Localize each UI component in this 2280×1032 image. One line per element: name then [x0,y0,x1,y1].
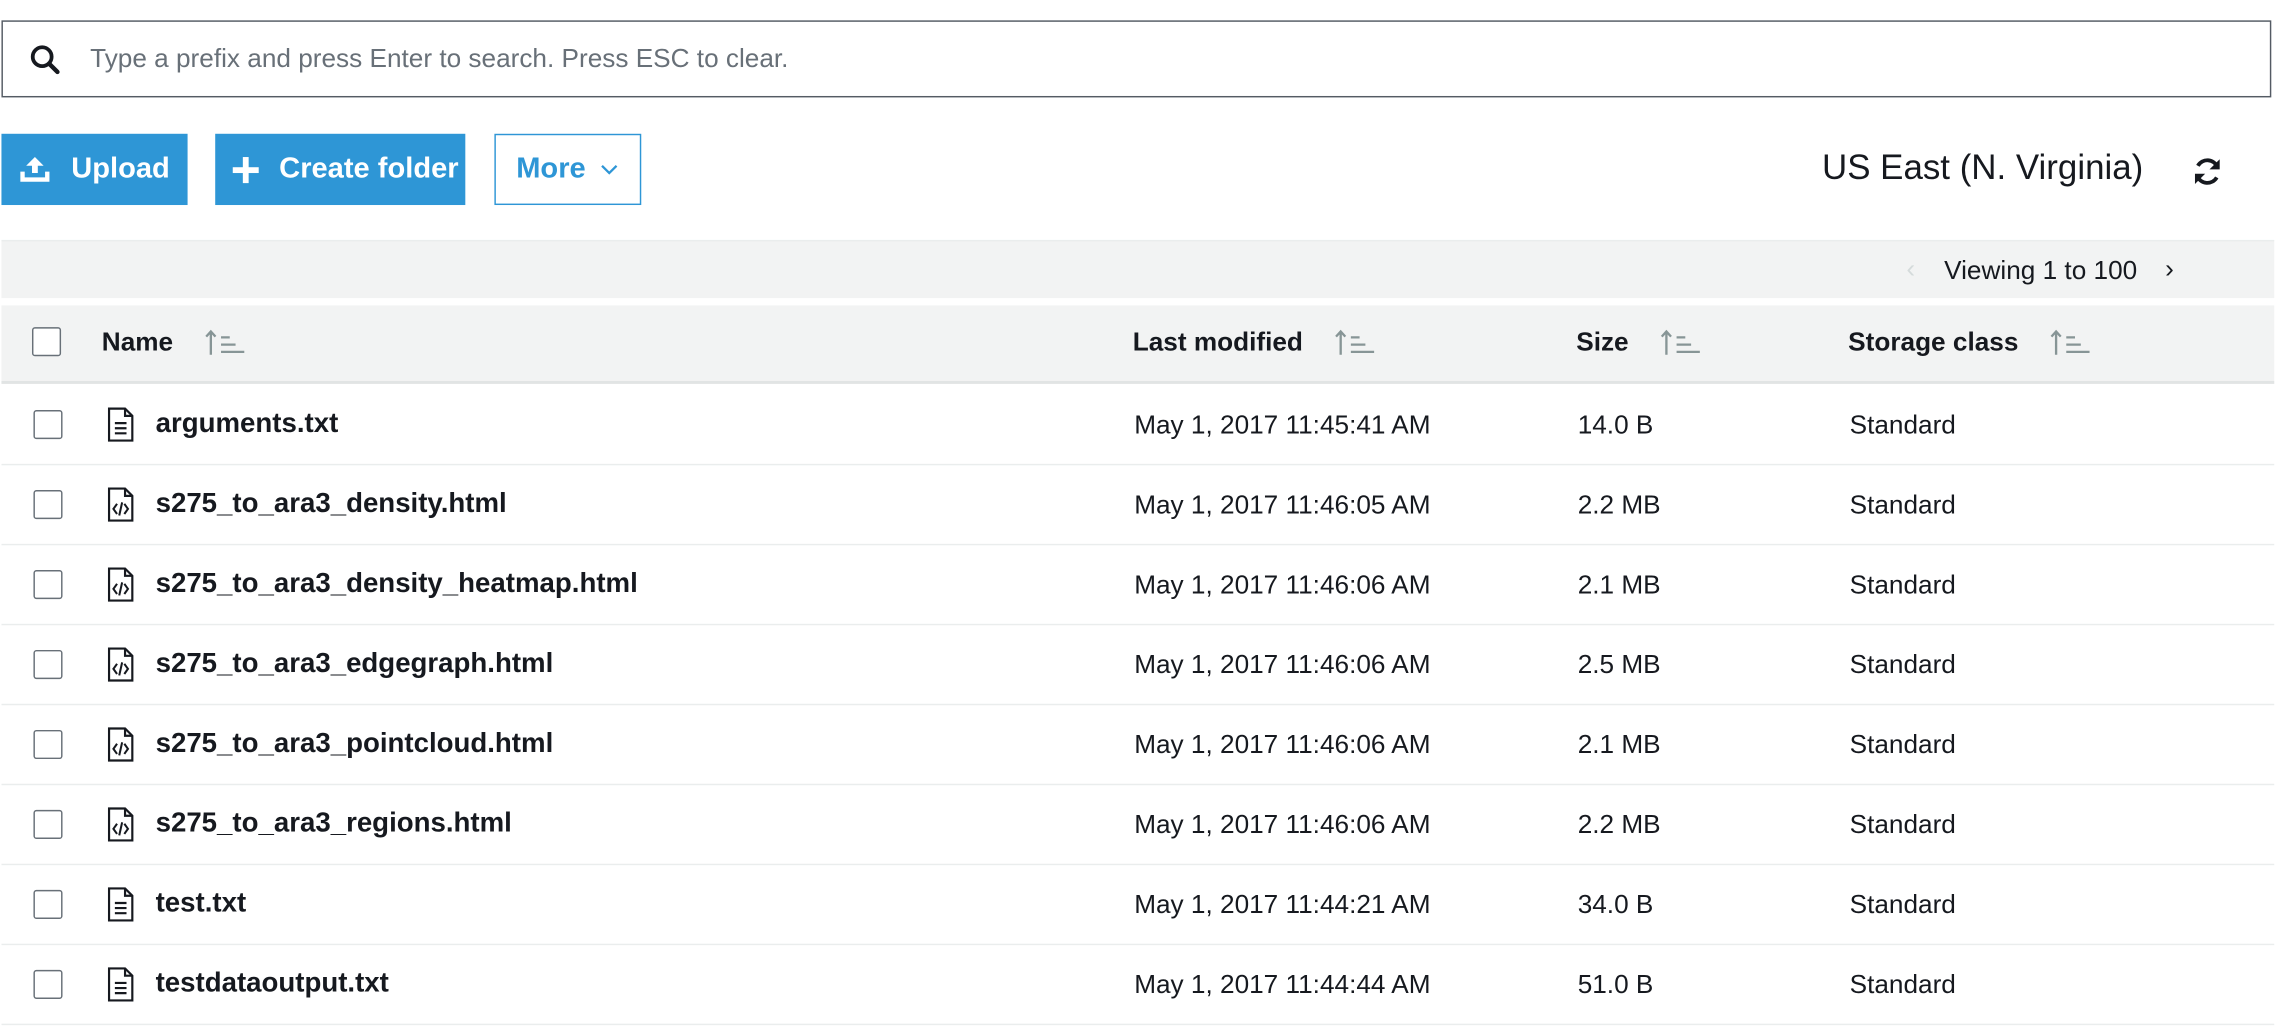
last-modified-cell: May 1, 2017 11:45:41 AM [1134,410,1431,440]
code-file-icon [107,727,134,762]
last-modified-cell: May 1, 2017 11:46:05 AM [1134,490,1431,520]
table-header: Name Last modified Size Storage class [1,305,2275,384]
column-header-size-label: Size [1576,327,1629,357]
size-cell: 2.2 MB [1577,490,1661,520]
row-checkbox[interactable] [33,490,63,520]
column-header-last-modified-label: Last modified [1132,327,1303,357]
last-modified-cell: May 1, 2017 11:46:06 AM [1134,729,1431,760]
table-row[interactable]: arguments.txt May 1, 2017 11:45:41 AM 14… [1,385,2275,466]
object-name-link[interactable]: test.txt [156,888,247,920]
code-file-icon [107,487,134,522]
column-header-storage-class[interactable]: Storage class [1848,327,2091,358]
text-file-icon [107,407,134,442]
row-checkbox[interactable] [33,649,63,680]
table-row[interactable]: test.txt May 1, 2017 11:44:21 AM 34.0 B … [1,865,2275,946]
refresh-icon[interactable] [2191,156,2223,188]
sort-icon[interactable] [2050,328,2091,357]
storage-class-cell: Standard [1849,889,1956,919]
column-header-last-modified[interactable]: Last modified [1133,327,1376,358]
chevron-right-icon[interactable]: › [2165,254,2174,285]
column-header-name[interactable]: Name [102,327,246,358]
last-modified-cell: May 1, 2017 11:46:06 AM [1134,649,1431,680]
row-checkbox[interactable] [33,570,63,600]
search-bar [1,20,2272,98]
sort-icon[interactable] [205,328,246,357]
region-label: US East (N. Virginia) [1821,148,2144,188]
storage-class-cell: Standard [1849,410,1956,440]
object-name-link[interactable]: s275_to_ara3_density_heatmap.html [156,569,638,601]
object-name-link[interactable]: s275_to_ara3_regions.html [156,808,512,840]
table-row[interactable]: testdataoutput.txt May 1, 2017 11:44:44 … [1,945,2275,1026]
row-checkbox[interactable] [33,889,63,919]
object-name-link[interactable]: s275_to_ara3_density.html [156,489,507,521]
plus-icon [232,156,259,183]
size-cell: 2.5 MB [1577,649,1661,680]
size-cell: 2.1 MB [1577,729,1661,760]
upload-button[interactable]: Upload [1,133,188,206]
object-name-link[interactable]: testdataoutput.txt [156,968,389,1000]
last-modified-cell: May 1, 2017 11:46:06 AM [1134,570,1431,600]
object-name-link[interactable]: s275_to_ara3_edgegraph.html [156,649,554,681]
s3-object-browser: Upload Create folder More US East (N. Vi… [0,0,2280,1032]
column-header-size[interactable]: Size [1576,327,1701,358]
row-checkbox[interactable] [33,410,63,440]
chevron-down-icon [600,164,618,174]
size-cell: 14.0 B [1577,410,1654,440]
size-cell: 34.0 B [1577,889,1654,919]
more-label: More [516,152,586,185]
row-checkbox[interactable] [33,809,63,840]
upload-label: Upload [71,152,170,185]
chevron-left-icon[interactable]: ‹ [1906,254,1915,285]
create-folder-label: Create folder [279,152,459,185]
storage-class-cell: Standard [1849,570,1956,600]
pagination-bar: ‹ Viewing 1 to 100 › [1,239,2275,299]
row-checkbox[interactable] [33,729,63,760]
storage-class-cell: Standard [1849,809,1956,840]
object-name-link[interactable]: arguments.txt [156,409,339,441]
pagination-range: Viewing 1 to 100 [1944,255,2138,286]
sort-icon[interactable] [1335,328,1376,357]
last-modified-cell: May 1, 2017 11:44:21 AM [1134,889,1431,919]
last-modified-cell: May 1, 2017 11:44:44 AM [1134,969,1431,999]
column-header-name-label: Name [101,327,174,357]
storage-class-cell: Standard [1849,729,1956,760]
code-file-icon [107,567,134,602]
row-checkbox[interactable] [33,969,63,999]
code-file-icon [107,647,134,682]
search-icon [30,45,60,75]
sort-icon[interactable] [1660,328,1702,357]
size-cell: 51.0 B [1577,969,1654,999]
table-row[interactable]: s275_to_ara3_density.html May 1, 2017 11… [1,465,2275,546]
more-dropdown-button[interactable]: More [494,133,642,206]
text-file-icon [107,967,134,1002]
column-header-storage-class-label: Storage class [1848,327,2019,357]
code-file-icon [107,807,134,842]
table-row[interactable]: s275_to_ara3_pointcloud.html May 1, 2017… [1,705,2275,786]
size-cell: 2.2 MB [1577,809,1661,840]
object-name-link[interactable]: s275_to_ara3_pointcloud.html [156,729,554,761]
storage-class-cell: Standard [1849,649,1956,680]
storage-class-cell: Standard [1849,490,1956,520]
search-input[interactable] [90,21,2243,96]
table-row[interactable]: s275_to_ara3_density_heatmap.html May 1,… [1,545,2275,626]
text-file-icon [107,887,134,922]
create-folder-button[interactable]: Create folder [215,133,466,206]
table-row[interactable]: s275_to_ara3_edgegraph.html May 1, 2017 … [1,625,2275,706]
size-cell: 2.1 MB [1577,570,1661,600]
last-modified-cell: May 1, 2017 11:46:06 AM [1134,809,1431,840]
storage-class-cell: Standard [1849,969,1956,999]
upload-icon [20,156,50,182]
table-row[interactable]: s275_to_ara3_regions.html May 1, 2017 11… [1,785,2275,866]
select-all-checkbox[interactable] [31,327,62,357]
